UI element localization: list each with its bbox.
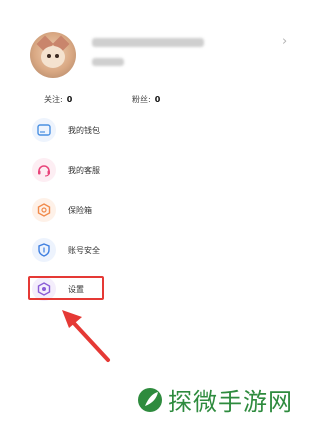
follow-label: 关注: xyxy=(44,95,63,104)
shield-icon xyxy=(32,238,56,262)
menu-item-security[interactable]: 账号安全 xyxy=(32,237,100,263)
username-redacted xyxy=(92,38,204,47)
follow-count: 0 xyxy=(66,95,73,104)
follow-stat[interactable]: 关注: 0 xyxy=(44,94,72,105)
watermark: 探微手游网 xyxy=(136,382,293,417)
leaf-logo-icon xyxy=(138,387,162,412)
fans-label: 粉丝: xyxy=(132,95,151,104)
safe-box-icon xyxy=(32,198,56,222)
menu-label-security: 账号安全 xyxy=(68,245,100,255)
headset-icon xyxy=(32,158,56,182)
menu-label-service: 我的客服 xyxy=(68,165,100,175)
menu-label-safe: 保险箱 xyxy=(68,205,92,215)
fans-count: 0 xyxy=(154,95,161,104)
avatar[interactable] xyxy=(30,32,76,78)
annotation-arrow-icon xyxy=(62,310,110,362)
user-id-redacted xyxy=(92,58,124,66)
fans-stat[interactable]: 粉丝: 0 xyxy=(132,94,160,105)
wallet-icon xyxy=(32,118,56,142)
menu-item-safe[interactable]: 保险箱 xyxy=(32,197,92,223)
menu-label-wallet: 我的钱包 xyxy=(68,125,100,135)
menu-item-service[interactable]: 我的客服 xyxy=(32,157,100,183)
settings-highlight-box xyxy=(28,276,104,300)
menu-item-wallet[interactable]: 我的钱包 xyxy=(32,117,100,143)
watermark-text: 探微手游网 xyxy=(168,388,293,416)
chevron-right-icon[interactable]: › xyxy=(282,34,287,49)
